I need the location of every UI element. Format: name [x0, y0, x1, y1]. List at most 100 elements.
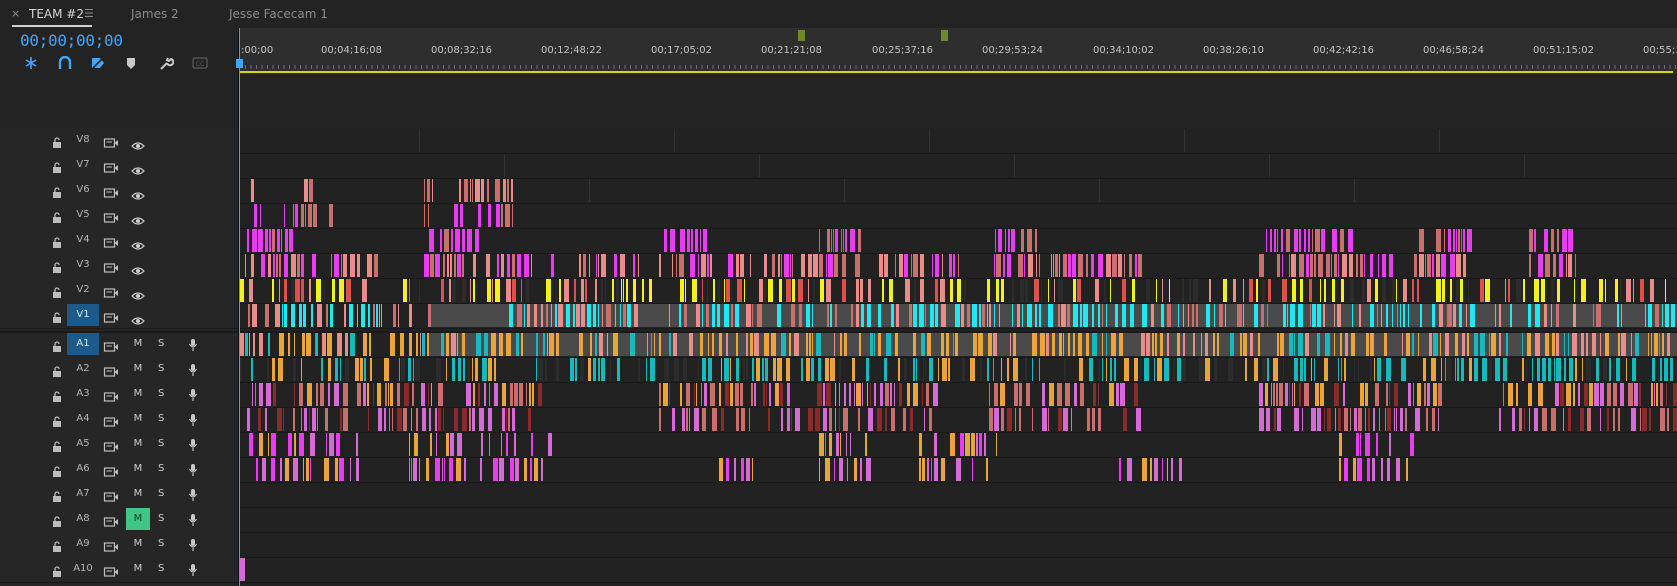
clip[interactable]	[647, 333, 648, 356]
clip[interactable]	[451, 229, 453, 252]
clip[interactable]	[905, 279, 910, 302]
clip[interactable]	[1459, 304, 1462, 327]
clip[interactable]	[1368, 408, 1370, 431]
clip[interactable]	[759, 279, 763, 302]
clip[interactable]	[867, 383, 868, 406]
clip[interactable]	[1419, 229, 1424, 252]
clip[interactable]	[1505, 279, 1506, 302]
clip[interactable]	[495, 179, 500, 202]
clip[interactable]	[1119, 458, 1121, 481]
clip[interactable]	[994, 383, 998, 406]
clip[interactable]	[598, 358, 600, 381]
clip[interactable]	[1396, 458, 1400, 481]
clip[interactable]	[731, 304, 733, 327]
clip[interactable]	[1556, 333, 1559, 356]
clip[interactable]	[988, 333, 992, 356]
clip[interactable]	[1321, 229, 1325, 252]
clip[interactable]	[861, 304, 864, 327]
clip[interactable]	[1455, 333, 1458, 356]
clip[interactable]	[506, 333, 511, 356]
clip[interactable]	[416, 333, 418, 356]
clip[interactable]	[854, 458, 857, 481]
clip[interactable]	[409, 458, 410, 481]
clip[interactable]	[654, 333, 655, 356]
clip[interactable]	[1426, 408, 1428, 431]
clip[interactable]	[1456, 229, 1457, 252]
clip[interactable]	[268, 254, 271, 277]
clip[interactable]	[277, 229, 280, 252]
clip[interactable]	[718, 279, 720, 302]
lock-icon[interactable]	[52, 309, 62, 323]
clip[interactable]	[1020, 279, 1024, 302]
clip[interactable]	[775, 383, 779, 406]
clip[interactable]	[280, 458, 282, 481]
clip[interactable]	[534, 304, 537, 327]
clip[interactable]	[1377, 358, 1381, 381]
clip[interactable]	[649, 279, 652, 302]
clip[interactable]	[1528, 383, 1532, 406]
clip[interactable]	[855, 254, 860, 277]
clip[interactable]	[1123, 408, 1127, 431]
clip[interactable]	[288, 333, 290, 356]
clip[interactable]	[428, 383, 429, 406]
clip[interactable]	[784, 254, 789, 277]
clip[interactable]	[521, 333, 523, 356]
clip[interactable]	[1057, 383, 1062, 406]
clip[interactable]	[955, 333, 958, 356]
clip[interactable]	[446, 358, 447, 381]
clip[interactable]	[1311, 408, 1316, 431]
clip[interactable]	[1167, 304, 1171, 327]
clip[interactable]	[1442, 279, 1445, 302]
clip[interactable]	[1537, 358, 1540, 381]
clip[interactable]	[817, 383, 822, 406]
clip[interactable]	[249, 433, 253, 456]
clip[interactable]	[1381, 304, 1382, 327]
track-lane-a10[interactable]	[239, 557, 1677, 583]
clip[interactable]	[1441, 358, 1442, 381]
clip[interactable]	[605, 279, 606, 302]
clip[interactable]	[1642, 408, 1647, 431]
clip[interactable]	[701, 254, 706, 277]
eye-icon[interactable]	[131, 136, 145, 150]
clip[interactable]	[1039, 254, 1040, 277]
clip[interactable]	[324, 458, 329, 481]
clip[interactable]	[1372, 458, 1375, 481]
clip[interactable]	[1413, 383, 1414, 406]
clip[interactable]	[1600, 333, 1601, 356]
wrench-icon[interactable]	[158, 56, 174, 70]
clip[interactable]	[634, 304, 638, 327]
clip[interactable]	[1433, 333, 1438, 356]
clip[interactable]	[823, 383, 825, 406]
clip[interactable]	[909, 304, 912, 327]
clip[interactable]	[1109, 383, 1114, 406]
clip[interactable]	[514, 383, 518, 406]
clip[interactable]	[812, 333, 813, 356]
clip[interactable]	[373, 304, 375, 327]
clip[interactable]	[1640, 279, 1644, 302]
clip[interactable]	[765, 358, 768, 381]
clip[interactable]	[419, 279, 420, 302]
clip[interactable]	[480, 458, 482, 481]
clip[interactable]	[1034, 279, 1039, 302]
clip[interactable]	[438, 408, 441, 431]
clip[interactable]	[541, 458, 543, 481]
clip[interactable]	[1432, 304, 1435, 327]
clip[interactable]	[663, 383, 668, 406]
solo-button[interactable]: S	[158, 558, 164, 580]
lock-icon[interactable]	[52, 563, 62, 577]
clip[interactable]	[1237, 304, 1242, 327]
clip[interactable]	[721, 408, 724, 431]
clip[interactable]	[787, 383, 790, 406]
clip[interactable]	[1386, 304, 1388, 327]
clip[interactable]	[1662, 333, 1664, 356]
lock-icon[interactable]	[52, 209, 62, 223]
clip[interactable]	[713, 279, 715, 302]
clip[interactable]	[369, 333, 371, 356]
clip[interactable]	[1320, 279, 1321, 302]
microphone-icon[interactable]	[188, 412, 198, 426]
clip[interactable]	[789, 333, 791, 356]
clip[interactable]	[806, 333, 808, 356]
lock-icon[interactable]	[52, 134, 62, 148]
clip[interactable]	[303, 458, 304, 481]
clip[interactable]	[1617, 304, 1619, 327]
